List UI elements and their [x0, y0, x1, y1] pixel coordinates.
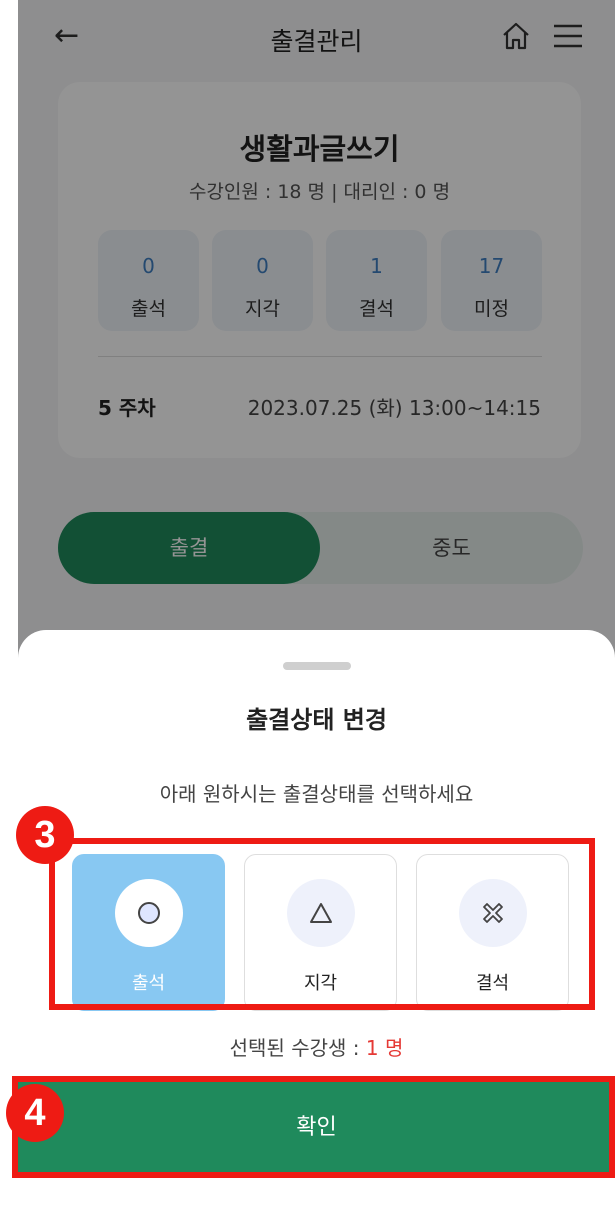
selected-student-count: 선택된 수강생 : 1 명 — [18, 1032, 615, 1061]
annotation-box-4 — [12, 1076, 615, 1178]
annotation-badge-4: 4 — [6, 1084, 64, 1142]
selected-count-prefix: 선택된 수강생 : — [229, 1036, 366, 1060]
selected-count-value: 1 명 — [365, 1036, 404, 1060]
sheet-instruction: 아래 원하시는 출결상태를 선택하세요 — [159, 782, 474, 806]
annotation-box-3 — [49, 838, 595, 1010]
drag-handle[interactable] — [283, 662, 351, 670]
annotation-badge-3: 3 — [16, 806, 74, 864]
sheet-title: 출결상태 변경 — [246, 706, 387, 734]
attendance-screen: ← 출결관리 생활과글쓰기 수강인원 : 18 명 | 대리인 : 0 명 0 … — [18, 0, 615, 1212]
